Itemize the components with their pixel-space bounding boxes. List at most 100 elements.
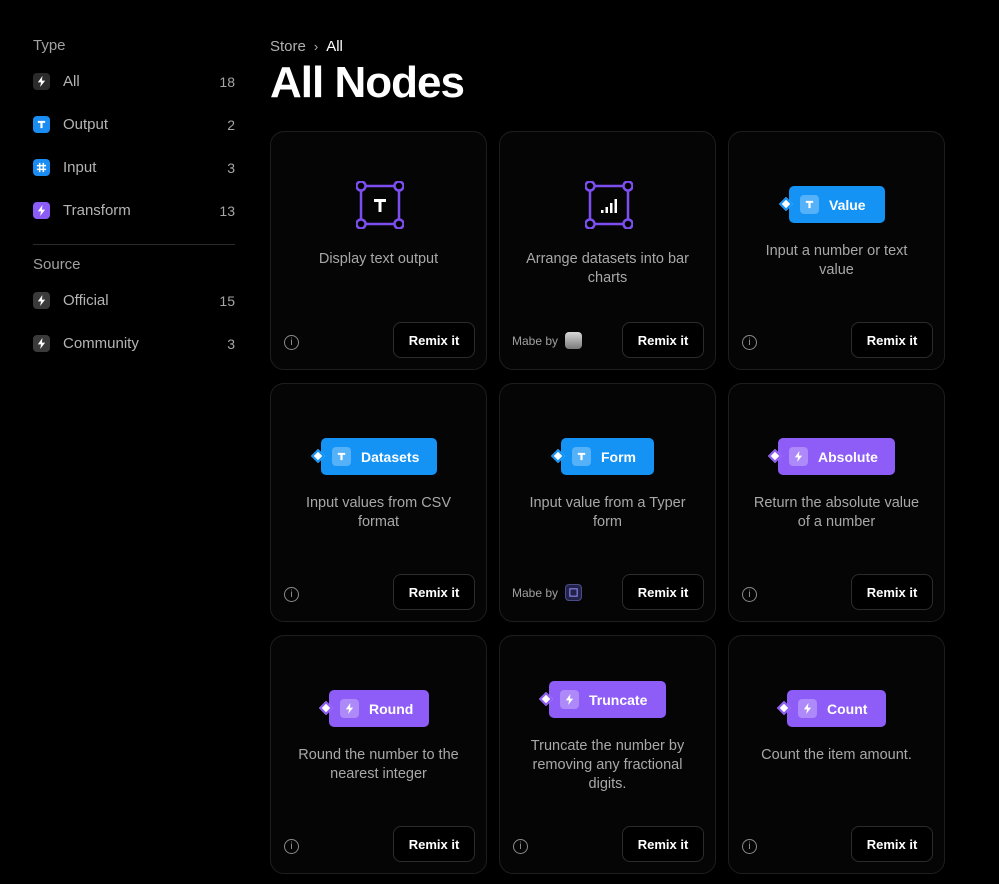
info-icon[interactable]: i [284,587,299,602]
port-diamond-icon [310,448,326,464]
info-icon[interactable]: i [513,839,528,854]
sidebar-item-count: 3 [227,159,235,176]
node-pill-label: Value [829,196,866,213]
remix-button[interactable]: Remix it [622,826,704,862]
node-card[interactable]: Display text output i Remix it [270,131,487,370]
remix-button[interactable]: Remix it [851,322,933,358]
sidebar-item-label: Input [63,159,97,176]
node-pill-count: Count [776,690,886,727]
port-diamond-icon [538,691,554,707]
info-icon[interactable]: i [284,839,299,854]
node-pill-label: Form [601,448,636,465]
text-icon [332,447,351,466]
source-heading: Source [33,256,81,273]
sidebar-item-count: 13 [219,202,235,219]
sidebar-item-label: Official [63,292,109,309]
made-by: Mabe by [512,584,583,601]
port-diamond-icon [778,196,794,212]
node-pill-label: Absolute [818,448,878,465]
info-icon[interactable]: i [742,587,757,602]
port-diamond-icon [776,700,792,716]
text-icon [33,116,50,133]
sidebar-item-label: Transform [63,202,131,219]
card-description: Truncate the number by removing any frac… [530,738,685,792]
node-pill-value: Value [778,186,885,223]
breadcrumb-store-link[interactable]: Store [270,38,306,55]
node-pill-absolute: Absolute [767,438,895,475]
text-icon [572,447,591,466]
node-pill-round: Round [318,690,429,727]
hash-icon [33,159,50,176]
port-diamond-icon [767,448,783,464]
node-card[interactable]: Datasets Input values from CSV format i … [270,383,487,622]
sidebar-item-count: 18 [219,73,235,90]
card-description: Input values from CSV format [305,495,452,530]
sidebar-item-input[interactable]: Input 3 [33,146,235,189]
node-pill-truncate: Truncate [538,681,666,718]
node-pill-label: Round [369,700,414,717]
typer-logo-icon[interactable] [565,584,583,601]
card-description: Return the absolute value of a number [753,495,920,530]
sidebar: Type All 18 Output 2 Input 3 Transform 1… [33,32,235,365]
sidebar-item-transform[interactable]: Transform 13 [33,189,235,232]
made-by: Mabe by [512,332,583,349]
remix-button[interactable]: Remix it [851,574,933,610]
bolt-icon [33,335,50,352]
remix-button[interactable]: Remix it [393,826,475,862]
made-by-label: Mabe by [512,585,559,600]
bolt-icon [340,699,359,718]
node-card[interactable]: Absolute Return the absolute value of a … [728,383,945,622]
node-card[interactable]: Truncate Truncate the number by removing… [499,635,716,874]
bolt-icon [33,202,50,219]
node-pill-datasets: Datasets [310,438,437,475]
sidebar-divider [33,244,235,245]
sidebar-item-output[interactable]: Output 2 [33,103,235,146]
card-description: Display text output [318,251,439,267]
text-icon [800,195,819,214]
node-pill-label: Count [827,700,868,717]
avatar[interactable] [565,332,583,349]
node-pill-label: Datasets [361,448,420,465]
info-icon[interactable]: i [742,335,757,350]
bolt-icon [560,690,579,709]
info-icon[interactable]: i [742,839,757,854]
bar-chart-frame-icon [585,181,633,229]
bolt-icon [33,292,50,309]
breadcrumb: Store › All [270,38,343,55]
sidebar-item-label: All [63,73,80,90]
card-description: Round the number to the nearest integer [298,747,459,782]
node-card[interactable]: Value Input a number or text value i Rem… [728,131,945,370]
remix-button[interactable]: Remix it [622,574,704,610]
remix-button[interactable]: Remix it [393,574,475,610]
card-description: Arrange datasets into bar charts [526,251,689,286]
node-pill-form: Form [550,438,654,475]
breadcrumb-current: All [326,38,343,55]
sidebar-item-official[interactable]: Official 15 [33,279,235,322]
sidebar-item-community[interactable]: Community 3 [33,322,235,365]
node-grid: Display text output i Remix it Arrange d… [270,131,946,874]
sidebar-item-count: 3 [227,335,235,352]
node-card[interactable]: Form Input value from a Typer form Mabe … [499,383,716,622]
node-card[interactable]: Round Round the number to the nearest in… [270,635,487,874]
card-description: Count the item amount. [761,747,912,763]
info-icon[interactable]: i [284,335,299,350]
text-frame-icon [356,181,404,229]
card-description: Input value from a Typer form [529,495,686,530]
made-by-label: Mabe by [512,333,559,348]
port-diamond-icon [318,700,334,716]
remix-button[interactable]: Remix it [851,826,933,862]
sidebar-item-label: Output [63,116,109,133]
chevron-right-icon: › [313,39,319,54]
page-title: All Nodes [270,58,465,107]
node-card[interactable]: Count Count the item amount. i Remix it [728,635,945,874]
sidebar-item-count: 2 [227,116,235,133]
bolt-icon [789,447,808,466]
sidebar-item-all[interactable]: All 18 [33,60,235,103]
sidebar-item-count: 15 [219,292,235,309]
remix-button[interactable]: Remix it [393,322,475,358]
sidebar-item-label: Community [63,335,139,352]
bolt-icon [798,699,817,718]
node-card[interactable]: Arrange datasets into bar charts Mabe by… [499,131,716,370]
type-heading: Type [33,37,66,54]
remix-button[interactable]: Remix it [622,322,704,358]
